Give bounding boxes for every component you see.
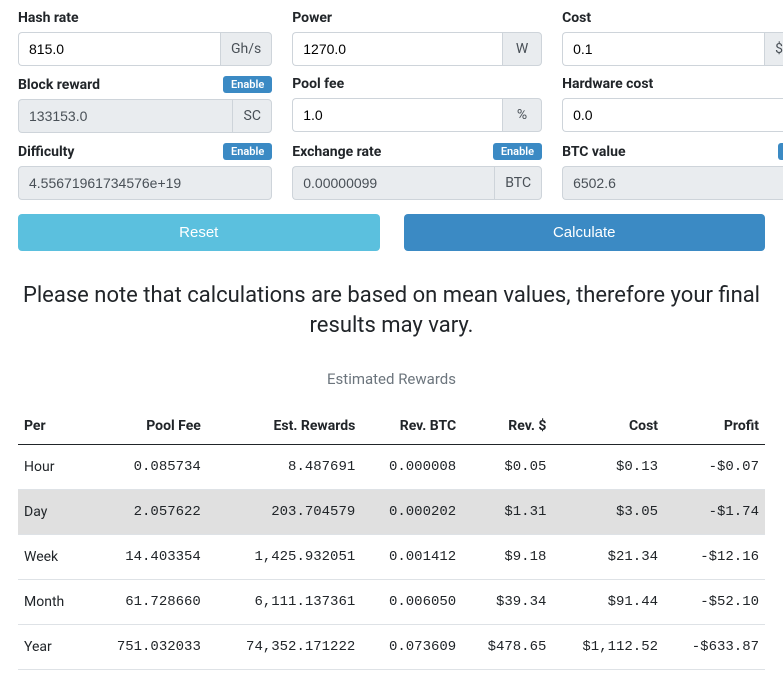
col-est-rewards: Est. Rewards xyxy=(207,408,361,445)
cell-pool-fee: 14.403354 xyxy=(85,535,207,580)
field-pool-fee: Pool fee % xyxy=(292,76,542,133)
cell-est-rewards: 6,111.137361 xyxy=(207,580,361,625)
table-row: Day2.057622203.7045790.000202$1.31$3.05-… xyxy=(18,490,765,535)
difficulty-input[interactable] xyxy=(18,166,272,200)
cell-cost: $91.44 xyxy=(552,580,664,625)
pool-fee-label: Pool fee xyxy=(292,76,344,92)
cell-profit: -$0.07 xyxy=(664,445,765,490)
hardware-cost-label: Hardware cost xyxy=(562,76,653,92)
block-reward-input[interactable] xyxy=(18,99,232,133)
field-exchange-rate: Exchange rate Enable BTC xyxy=(292,143,542,200)
cell-rev-btc: 0.001412 xyxy=(361,535,462,580)
cell-rev-usd: $39.34 xyxy=(462,580,552,625)
cell-profit: -$633.87 xyxy=(664,625,765,670)
cell-rev-btc: 0.000202 xyxy=(361,490,462,535)
cell-rev-usd: $9.18 xyxy=(462,535,552,580)
exchange-rate-input[interactable] xyxy=(292,166,494,200)
cell-profit: -$12.16 xyxy=(664,535,765,580)
cell-rev-btc: 0.006050 xyxy=(361,580,462,625)
cell-rev-usd: $1.31 xyxy=(462,490,552,535)
cell-rev-usd: $0.05 xyxy=(462,445,552,490)
block-reward-enable-button[interactable]: Enable xyxy=(223,76,272,93)
col-rev-btc: Rev. BTC xyxy=(361,408,462,445)
cost-input[interactable] xyxy=(562,32,764,66)
power-label: Power xyxy=(292,10,332,26)
col-cost: Cost xyxy=(552,408,664,445)
difficulty-enable-button[interactable]: Enable xyxy=(223,143,272,160)
hardware-cost-input[interactable] xyxy=(562,98,783,132)
cell-profit: -$1.74 xyxy=(664,490,765,535)
reset-button[interactable]: Reset xyxy=(18,214,380,251)
field-block-reward: Block reward Enable SC xyxy=(18,76,272,133)
cell-per: Hour xyxy=(18,445,85,490)
calculate-button[interactable]: Calculate xyxy=(404,214,766,251)
power-input[interactable] xyxy=(292,32,502,66)
difficulty-label: Difficulty xyxy=(18,144,74,160)
cell-pool-fee: 61.728660 xyxy=(85,580,207,625)
pool-fee-input[interactable] xyxy=(292,98,502,132)
hash-rate-label: Hash rate xyxy=(18,10,79,26)
field-hardware-cost: Hardware cost $ xyxy=(562,76,783,133)
hash-rate-unit: Gh/s xyxy=(220,32,272,66)
cell-est-rewards: 1,425.932051 xyxy=(207,535,361,580)
field-hash-rate: Hash rate Gh/s xyxy=(18,10,272,66)
cell-cost: $3.05 xyxy=(552,490,664,535)
cell-cost: $0.13 xyxy=(552,445,664,490)
cell-est-rewards: 203.704579 xyxy=(207,490,361,535)
cost-unit: $/kWh xyxy=(764,32,783,66)
cell-est-rewards: 74,352.171222 xyxy=(207,625,361,670)
hash-rate-input[interactable] xyxy=(18,32,220,66)
cell-cost: $1,112.52 xyxy=(552,625,664,670)
cell-rev-usd: $478.65 xyxy=(462,625,552,670)
calculator-form: Hash rate Gh/s Power W Cost $/kWh Block … xyxy=(18,10,765,200)
cost-label: Cost xyxy=(562,10,591,26)
cell-rev-btc: 0.073609 xyxy=(361,625,462,670)
exchange-rate-unit: BTC xyxy=(494,166,542,200)
col-rev-usd: Rev. $ xyxy=(462,408,552,445)
cell-per: Year xyxy=(18,625,85,670)
cell-est-rewards: 8.487691 xyxy=(207,445,361,490)
field-cost: Cost $/kWh xyxy=(562,10,783,66)
block-reward-unit: SC xyxy=(232,99,272,133)
cell-pool-fee: 751.032033 xyxy=(85,625,207,670)
col-profit: Profit xyxy=(664,408,765,445)
cell-rev-btc: 0.000008 xyxy=(361,445,462,490)
table-row: Week14.4033541,425.9320510.001412$9.18$2… xyxy=(18,535,765,580)
pool-fee-unit: % xyxy=(502,98,542,132)
btc-value-input[interactable] xyxy=(562,166,783,200)
col-pool-fee: Pool Fee xyxy=(85,408,207,445)
col-per: Per xyxy=(18,408,85,445)
table-row: Month61.7286606,111.1373610.006050$39.34… xyxy=(18,580,765,625)
field-difficulty: Difficulty Enable xyxy=(18,143,272,200)
cell-per: Day xyxy=(18,490,85,535)
cell-pool-fee: 2.057622 xyxy=(85,490,207,535)
disclaimer-note: Please note that calculations are based … xyxy=(18,281,765,340)
cell-per: Week xyxy=(18,535,85,580)
cell-pool-fee: 0.085734 xyxy=(85,445,207,490)
exchange-rate-enable-button[interactable]: Enable xyxy=(493,143,542,160)
field-btc-value: BTC valueEnable $ xyxy=(562,143,783,200)
exchange-rate-label: Exchange rate xyxy=(292,144,381,160)
cell-per: Month xyxy=(18,580,85,625)
button-row: Reset Calculate xyxy=(18,214,765,251)
block-reward-label: Block reward xyxy=(18,77,100,93)
rewards-table: Per Pool Fee Est. Rewards Rev. BTC Rev. … xyxy=(18,408,765,670)
table-row: Hour0.0857348.4876910.000008$0.05$0.13-$… xyxy=(18,445,765,490)
btc-value-enable-button[interactable]: Enable xyxy=(778,143,783,160)
power-unit: W xyxy=(502,32,542,66)
table-caption: Estimated Rewards xyxy=(18,370,765,388)
btc-value-label: BTC value xyxy=(562,144,625,160)
table-header-row: Per Pool Fee Est. Rewards Rev. BTC Rev. … xyxy=(18,408,765,445)
table-row: Year751.03203374,352.1712220.073609$478.… xyxy=(18,625,765,670)
cell-profit: -$52.10 xyxy=(664,580,765,625)
field-power: Power W xyxy=(292,10,542,66)
cell-cost: $21.34 xyxy=(552,535,664,580)
